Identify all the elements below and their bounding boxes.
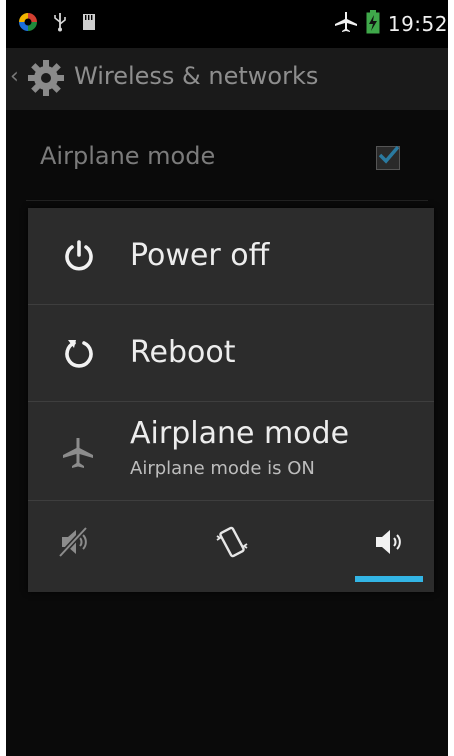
sound-mode-selector bbox=[28, 502, 434, 592]
airplane-mode-checkbox[interactable] bbox=[376, 145, 400, 170]
usb-icon bbox=[52, 12, 68, 36]
sd-card-icon bbox=[82, 13, 96, 35]
status-bar-right: 19:52 bbox=[334, 10, 448, 38]
reboot-label: Reboot bbox=[130, 335, 236, 370]
status-bar: 19:52 bbox=[6, 0, 448, 48]
back-caret-icon[interactable]: ‹ bbox=[10, 64, 19, 89]
app-icon bbox=[18, 12, 38, 36]
power-off-option[interactable]: Power off bbox=[28, 208, 434, 304]
action-bar: ‹ Wireless & networks bbox=[6, 48, 448, 110]
battery-charging-icon bbox=[366, 10, 380, 38]
volume-icon[interactable] bbox=[372, 524, 408, 560]
selected-sound-mode-indicator bbox=[355, 576, 423, 582]
power-options-dialog: Power off Reboot Airplane mode Airplane … bbox=[28, 208, 434, 592]
action-bar-title: Wireless & networks bbox=[74, 62, 319, 90]
status-time: 19:52 bbox=[387, 12, 448, 36]
divider bbox=[28, 500, 434, 501]
airplane-mode-label: Airplane mode bbox=[130, 416, 350, 451]
airplane-icon bbox=[61, 436, 95, 470]
reboot-option[interactable]: Reboot bbox=[28, 305, 434, 401]
silent-icon[interactable] bbox=[56, 524, 92, 560]
settings-gear-icon[interactable] bbox=[26, 58, 66, 102]
vibrate-icon[interactable] bbox=[214, 524, 250, 560]
reboot-icon bbox=[62, 336, 96, 370]
airplane-mode-setting-label: Airplane mode bbox=[40, 142, 216, 170]
airplane-mode-status: Airplane mode is ON bbox=[130, 458, 315, 479]
phone-screen: 19:52 ‹ Wireless & networks Airplane mod… bbox=[6, 0, 448, 756]
divider bbox=[26, 200, 428, 201]
airplane-mode-option[interactable]: Airplane mode Airplane mode is ON bbox=[28, 402, 434, 500]
status-bar-left bbox=[18, 12, 96, 36]
airplane-icon bbox=[334, 11, 358, 37]
power-icon bbox=[62, 239, 96, 273]
power-off-label: Power off bbox=[130, 238, 270, 273]
